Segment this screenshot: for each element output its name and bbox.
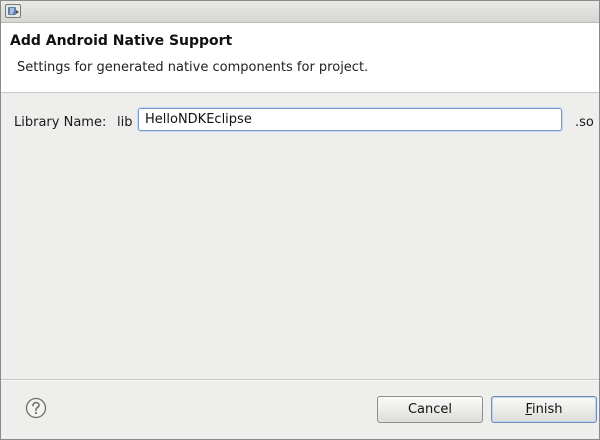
library-name-label: Library Name: bbox=[14, 115, 107, 130]
help-icon[interactable] bbox=[25, 397, 47, 419]
cancel-button[interactable]: Cancel bbox=[377, 396, 483, 423]
button-bar-separator bbox=[1, 379, 599, 381]
add-native-support-dialog: Add Android Native Support Settings for … bbox=[0, 0, 600, 440]
dialog-title: Add Android Native Support bbox=[10, 33, 233, 49]
finish-button[interactable]: Finish bbox=[491, 396, 597, 423]
finish-label: inish bbox=[532, 402, 563, 417]
dialog-header: Add Android Native Support Settings for … bbox=[1, 23, 599, 93]
library-suffix-label: .so bbox=[575, 115, 594, 130]
dialog-message: Settings for generated native components… bbox=[17, 60, 369, 75]
window-menu-icon[interactable] bbox=[5, 4, 21, 18]
title-bar[interactable] bbox=[1, 1, 599, 23]
library-name-input[interactable] bbox=[138, 108, 562, 131]
library-prefix-label: lib bbox=[117, 115, 133, 130]
